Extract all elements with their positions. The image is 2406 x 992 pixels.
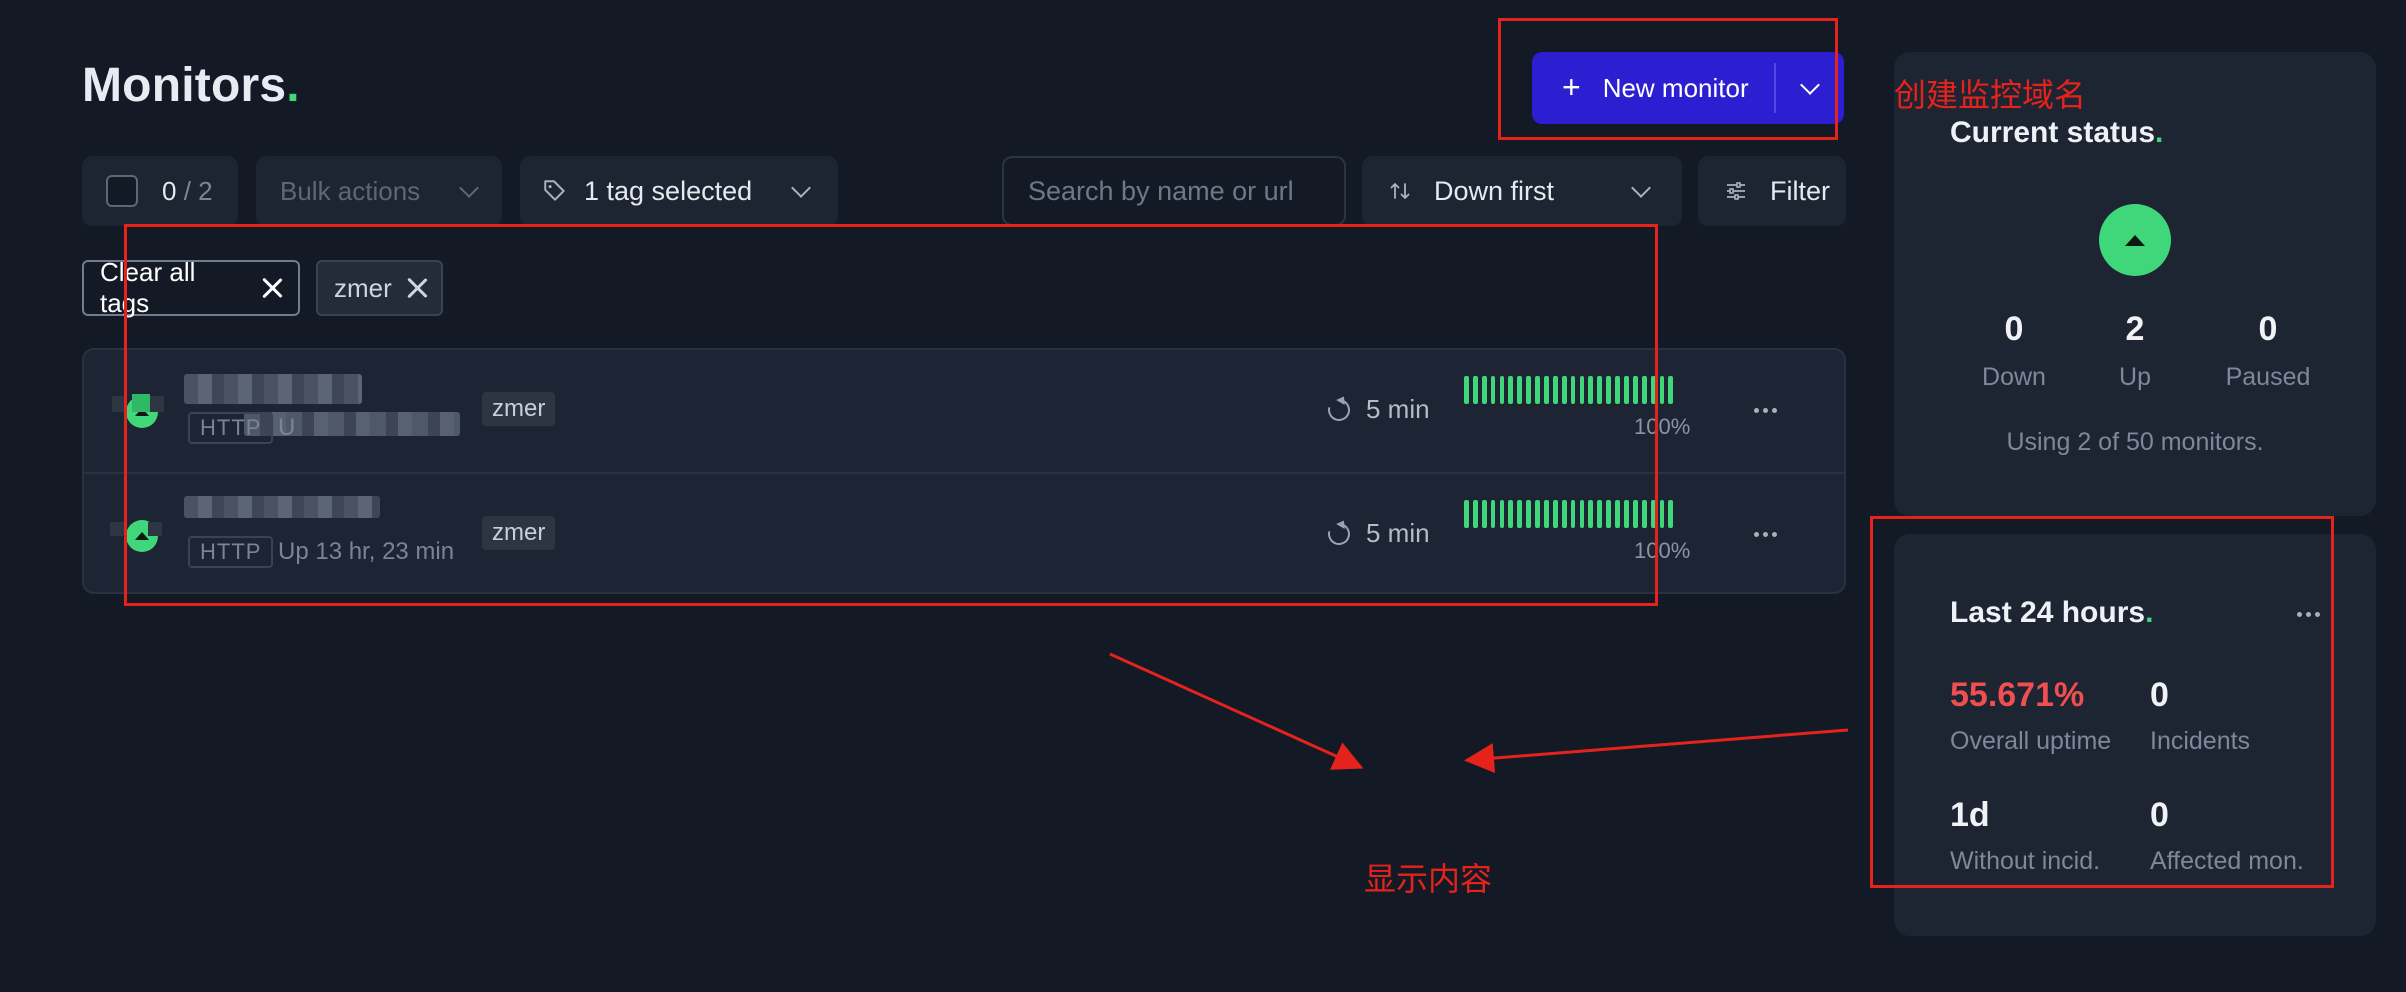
title-dot: . bbox=[286, 59, 300, 112]
current-status-title: Current status. bbox=[1950, 116, 2164, 149]
uptime-bar bbox=[1659, 376, 1665, 404]
more-icon[interactable] bbox=[1754, 532, 1777, 537]
page-title-text: Monitors bbox=[82, 59, 287, 112]
tags-dropdown[interactable]: 1 tag selected bbox=[520, 156, 838, 226]
bulk-actions-label: Bulk actions bbox=[280, 175, 421, 206]
annotation-box-last-24-hours bbox=[1870, 516, 2334, 888]
selection-count: 0 / 2 bbox=[162, 176, 213, 207]
uptime-bar bbox=[1668, 376, 1674, 404]
filter-icon bbox=[1727, 182, 1745, 200]
paused-label: Paused bbox=[2225, 363, 2311, 391]
tag-icon bbox=[544, 180, 565, 201]
bulk-actions-dropdown[interactable]: Bulk actions bbox=[256, 156, 502, 226]
chevron-down-icon bbox=[791, 178, 811, 198]
pixelated-area bbox=[110, 522, 124, 536]
current-status-panel: Current status. 0 Down 2 Up 0 Paused Usi… bbox=[1894, 52, 2376, 516]
monitors-page: Monitors. + New monitor 0 / 2 Bulk actio… bbox=[0, 0, 2406, 992]
uptime-bar bbox=[1668, 500, 1674, 528]
usage-text: Using 2 of 50 monitors. bbox=[2006, 428, 2264, 456]
chevron-down-icon bbox=[1631, 178, 1651, 198]
annotation-content-label: 显示内容 bbox=[1364, 860, 1493, 898]
select-all-checkbox[interactable] bbox=[106, 175, 138, 207]
total-count: / 2 bbox=[183, 175, 213, 206]
filter-button[interactable]: Filter bbox=[1698, 156, 1846, 226]
annotation-box-new-monitor bbox=[1498, 18, 1838, 140]
uptime-bar bbox=[1659, 500, 1665, 528]
more-icon[interactable] bbox=[1754, 408, 1777, 413]
selected-count: 0 bbox=[162, 175, 177, 206]
page-title: Monitors. bbox=[82, 58, 300, 113]
annotation-arrow-right bbox=[1464, 728, 1849, 774]
annotation-arrow-left bbox=[1109, 652, 1364, 770]
status-up-icon bbox=[2099, 204, 2171, 276]
sort-dropdown[interactable]: Down first bbox=[1362, 156, 1682, 226]
search-field[interactable] bbox=[1002, 156, 1346, 226]
annotation-box-monitor-list bbox=[124, 224, 1658, 606]
annotation-create-label: 创建监控域名 bbox=[1894, 76, 2087, 114]
sort-label: Down first bbox=[1434, 175, 1555, 206]
paused-stat: 0 Paused bbox=[2188, 310, 2348, 392]
search-input[interactable] bbox=[1028, 175, 1328, 207]
filter-label: Filter bbox=[1770, 175, 1830, 206]
paused-count: 0 bbox=[2258, 310, 2278, 348]
tags-label: 1 tag selected bbox=[584, 175, 753, 206]
select-all-control: 0 / 2 bbox=[82, 156, 238, 226]
sort-icon bbox=[1390, 183, 1410, 199]
chevron-down-icon bbox=[459, 178, 479, 198]
